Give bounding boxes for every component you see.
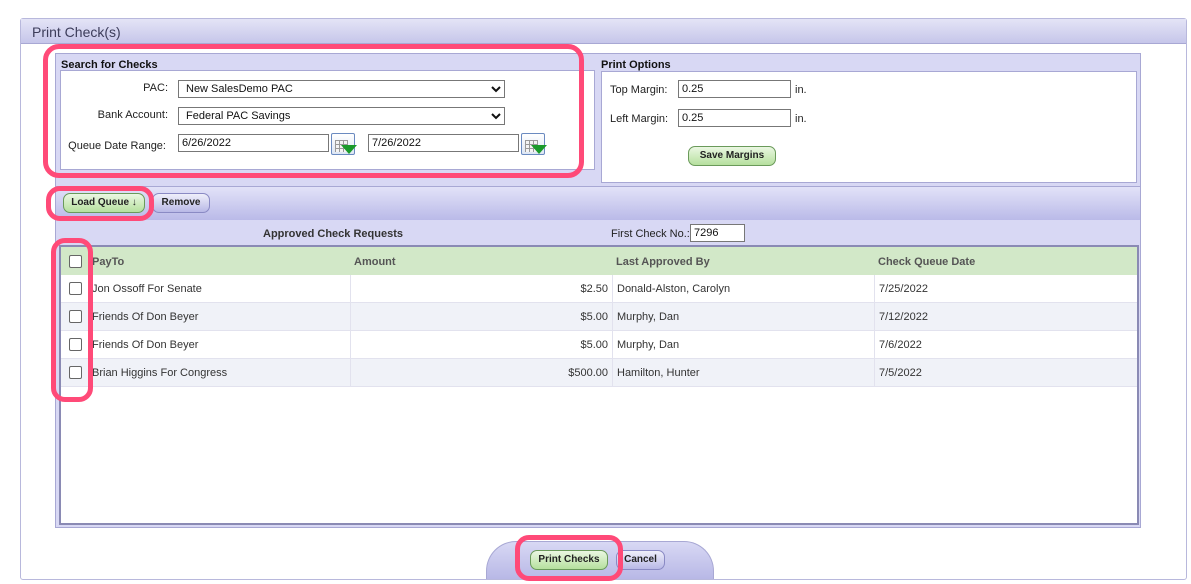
amount-cell: $2.50 (351, 275, 613, 303)
load-queue-button[interactable]: Load Queue ↓ (63, 193, 145, 213)
print-checks-button[interactable]: Print Checks (530, 550, 608, 570)
date-cell: 7/12/2022 (879, 311, 928, 323)
print-options-header: Print Options (601, 59, 671, 71)
payto-cell: Jon Ossoff For Senate (88, 275, 351, 303)
table-row[interactable]: Brian Higgins For Congress $500.00 Hamil… (61, 359, 1137, 387)
row-checkbox[interactable] (69, 338, 82, 351)
select-all-checkbox[interactable] (69, 255, 82, 268)
date-to-input[interactable] (368, 134, 519, 152)
left-margin-unit: in. (795, 113, 807, 125)
top-margin-unit: in. (795, 84, 807, 96)
row-checkbox[interactable] (69, 310, 82, 323)
row-checkbox[interactable] (69, 366, 82, 379)
table-row[interactable]: Jon Ossoff For Senate $2.50 Donald-Alsto… (61, 275, 1137, 303)
bank-account-select[interactable]: Federal PAC Savings (178, 107, 505, 125)
queue-title: Approved Check Requests (263, 228, 403, 240)
approver-cell: Hamilton, Hunter (613, 359, 875, 387)
table-header: PayTo Amount Last Approved By Check Queu… (61, 247, 1137, 275)
approver-cell: Donald-Alston, Carolyn (613, 275, 875, 303)
date-cell: 7/5/2022 (879, 367, 922, 379)
row-checkbox[interactable] (69, 282, 82, 295)
amount-cell: $5.00 (351, 303, 613, 331)
pac-select[interactable]: New SalesDemo PAC (178, 80, 505, 98)
first-check-label: First Check No.: (611, 228, 690, 240)
amount-cell: $500.00 (351, 359, 613, 387)
bank-account-label: Bank Account: (97, 109, 168, 121)
calendar-icon[interactable] (521, 133, 547, 155)
amount-cell: $5.00 (351, 331, 613, 359)
left-margin-input[interactable] (678, 109, 791, 127)
calendar-icon[interactable] (331, 133, 357, 155)
toolbar (56, 186, 1140, 220)
date-cell: 7/25/2022 (879, 283, 928, 295)
date-range-label: Queue Date Range: (68, 140, 166, 152)
approver-cell: Murphy, Dan (613, 331, 875, 359)
first-check-input[interactable] (690, 224, 745, 242)
left-margin-label: Left Margin: (610, 113, 669, 125)
title-bar: Print Check(s) (21, 19, 1186, 44)
pac-label: PAC: (143, 82, 168, 94)
column-header-amount[interactable]: Amount (354, 247, 396, 275)
column-header-queue-date[interactable]: Check Queue Date (878, 247, 975, 275)
payto-cell: Friends Of Don Beyer (88, 331, 351, 359)
remove-button[interactable]: Remove (152, 193, 210, 213)
top-margin-input[interactable] (678, 80, 791, 98)
column-header-last-approved[interactable]: Last Approved By (616, 247, 710, 275)
approver-cell: Murphy, Dan (613, 303, 875, 331)
save-margins-button[interactable]: Save Margins (688, 146, 776, 166)
payto-cell: Brian Higgins For Congress (88, 359, 351, 387)
table-row[interactable]: Friends Of Don Beyer $5.00 Murphy, Dan 7… (61, 303, 1137, 331)
column-header-payto[interactable]: PayTo (92, 247, 124, 275)
top-margin-label: Top Margin: (610, 84, 668, 96)
table-row[interactable]: Friends Of Don Beyer $5.00 Murphy, Dan 7… (61, 331, 1137, 359)
check-requests-table: PayTo Amount Last Approved By Check Queu… (59, 245, 1139, 525)
cancel-button[interactable]: Cancel (616, 550, 665, 570)
page-title: Print Check(s) (32, 24, 121, 40)
date-from-input[interactable] (178, 134, 329, 152)
payto-cell: Friends Of Don Beyer (88, 303, 351, 331)
date-cell: 7/6/2022 (879, 339, 922, 351)
